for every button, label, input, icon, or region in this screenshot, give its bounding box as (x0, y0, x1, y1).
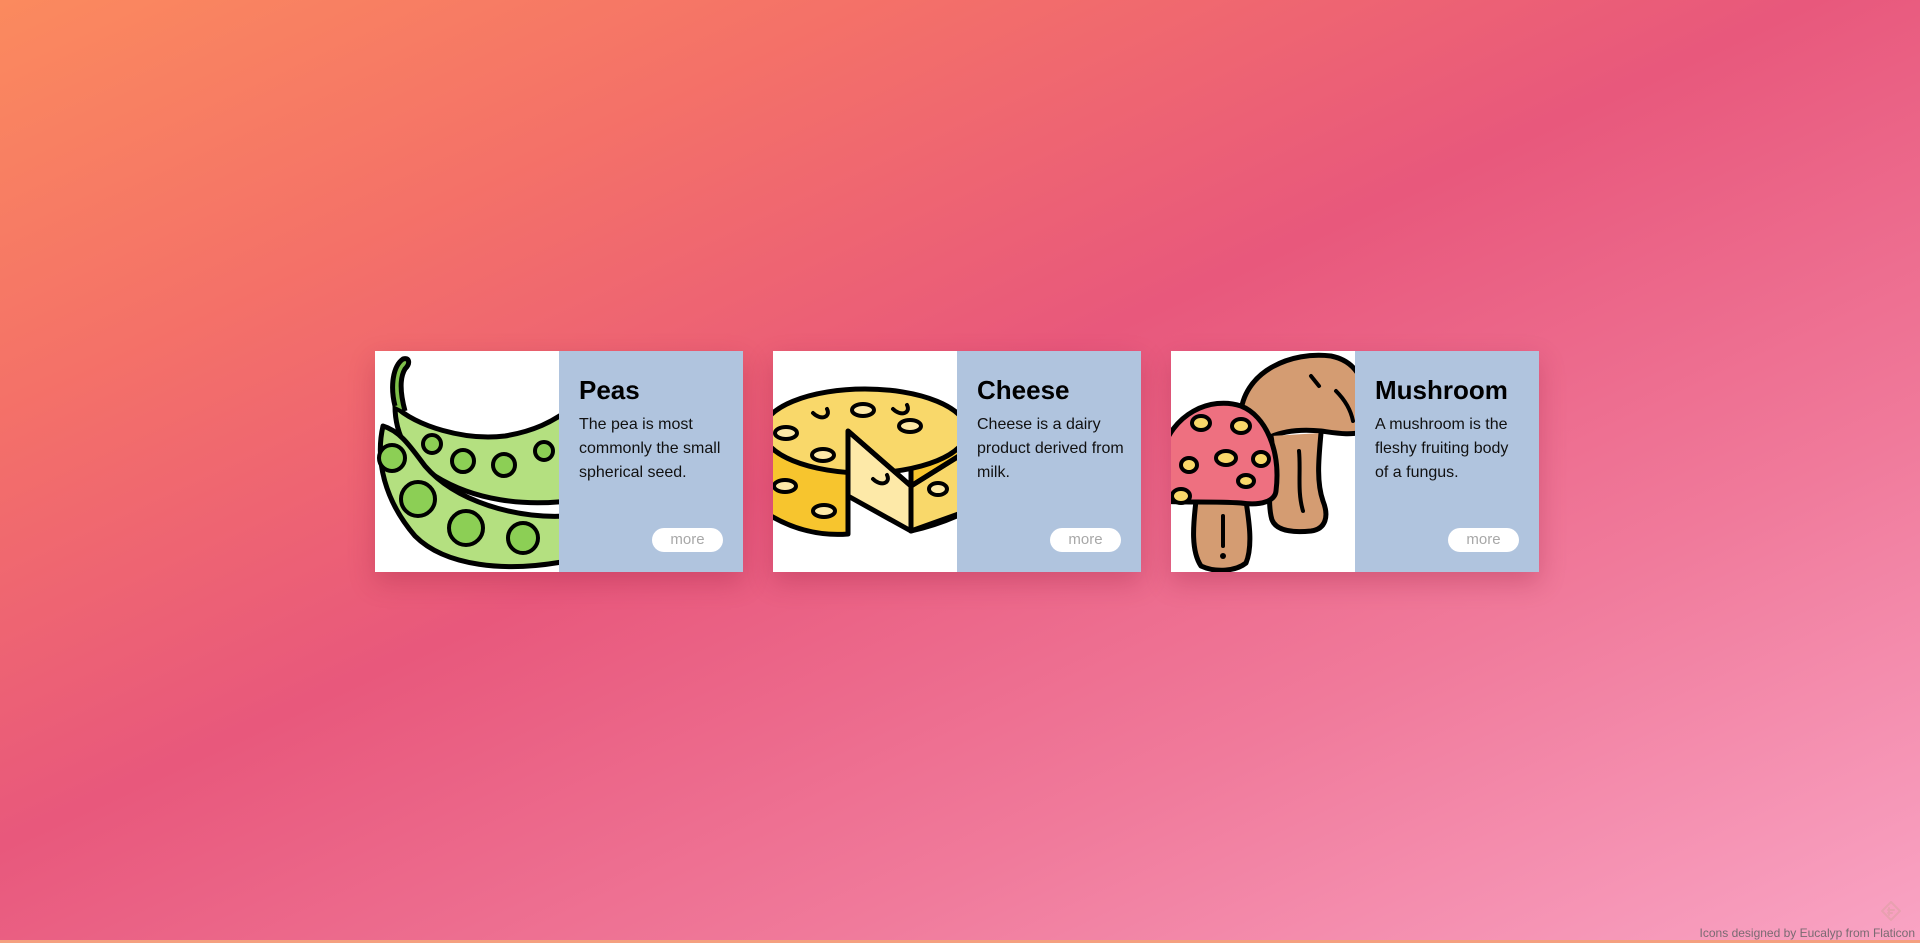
mushroom-icon (1171, 352, 1355, 572)
card-description: Cheese is a dairy product derived from m… (977, 416, 1124, 481)
credit-text[interactable]: Icons designed by Eucalyp from Flaticon (1700, 926, 1915, 940)
card-body: Mushroom A mushroom is the fleshy fruiti… (1355, 351, 1539, 572)
card-body: Peas The pea is most commonly the small … (559, 351, 743, 572)
card-row: Peas The pea is most commonly the small … (375, 351, 1539, 572)
card-mushroom: Mushroom A mushroom is the fleshy fruiti… (1171, 351, 1539, 572)
card-peas: Peas The pea is most commonly the small … (375, 351, 743, 572)
more-button[interactable]: more (1050, 528, 1121, 552)
flaticon-logo-icon[interactable] (1881, 901, 1901, 921)
peas-icon (377, 356, 559, 570)
more-button[interactable]: more (652, 528, 723, 552)
card-title: Cheese (977, 375, 1070, 405)
card-body: Cheese Cheese is a dairy product derived… (957, 351, 1141, 572)
mushroom-image (1171, 351, 1355, 572)
peas-image (375, 351, 559, 572)
cheese-icon (773, 386, 957, 537)
card-title: Mushroom (1375, 375, 1508, 405)
more-button[interactable]: more (1448, 528, 1519, 552)
card-description: The pea is most commonly the small spher… (579, 416, 721, 481)
card-title: Peas (579, 375, 640, 405)
cheese-image (773, 351, 957, 572)
card-cheese: Cheese Cheese is a dairy product derived… (773, 351, 1141, 572)
card-description: A mushroom is the fleshy fruiting body o… (1375, 416, 1509, 481)
